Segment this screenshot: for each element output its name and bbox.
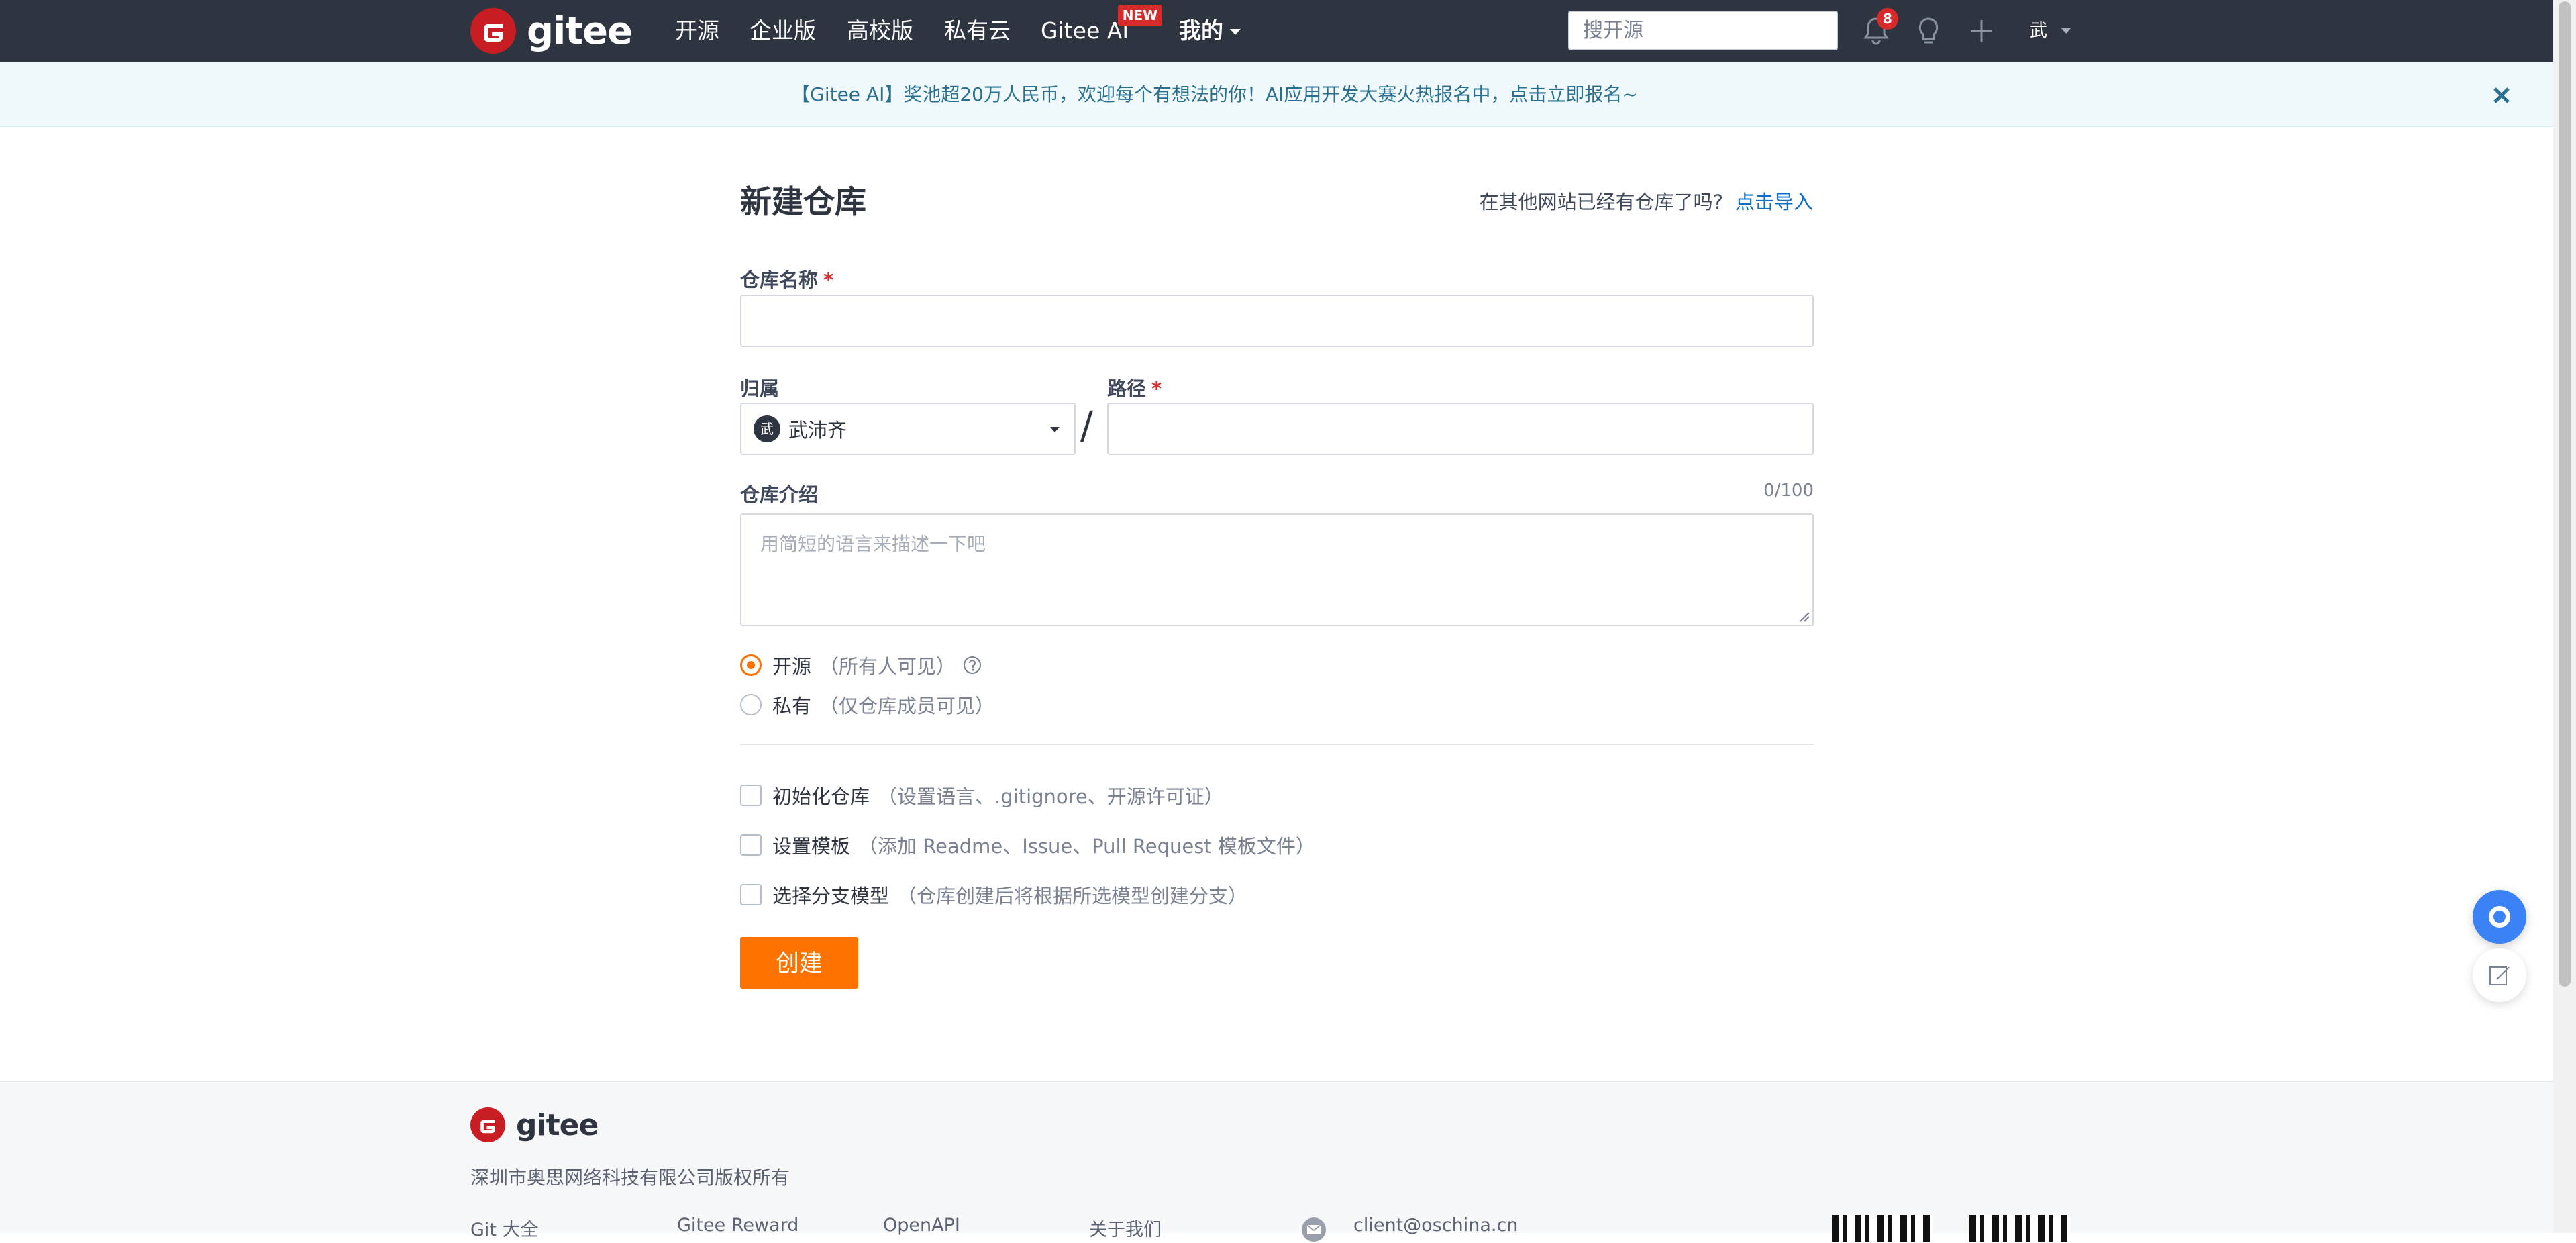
nav-education[interactable]: 高校版 [847,0,913,62]
announcement-banner: 【Gitee AI】奖池超20万人民币，欢迎每个有想法的你！AI应用开发大赛火热… [0,62,2553,127]
owner-select[interactable]: 武 武沛齐 [740,403,1076,455]
feedback-button[interactable] [2473,948,2526,1002]
logo-text: gitee [527,9,633,53]
nav-mine[interactable]: 我的 [1179,0,1241,62]
path-label: 路径 * [1107,373,1162,401]
checkbox[interactable] [740,785,762,806]
branch-model-option[interactable]: 选择分支模型 （仓库创建后将根据所选模型创建分支） [740,881,1247,909]
footer-logo-text: gitee [516,1107,599,1142]
search-input[interactable]: 搜开源 [1568,11,1838,50]
option-label: 初始化仓库 [772,785,870,808]
required-mark: * [823,268,834,291]
footer-link-about[interactable]: 关于我们 [1089,1215,1162,1241]
option-hint: （添加 Readme、Issue、Pull Request 模板文件） [858,835,1315,858]
path-input[interactable] [1107,403,1814,455]
option-hint: （仓库创建后将根据所选模型创建分支） [897,885,1248,907]
radio-button[interactable] [740,694,762,715]
import-link[interactable]: 点击导入 [1735,191,1813,213]
page-title: 新建仓库 [740,184,866,221]
chevron-down-icon [1230,29,1241,35]
owner-name: 武沛齐 [788,419,847,442]
nav-mine-label: 我的 [1179,17,1223,44]
nav-open-source[interactable]: 开源 [675,0,719,62]
option-label: 开源 [772,655,812,678]
create-button[interactable]: 创建 [740,937,858,989]
nav-private-cloud[interactable]: 私有云 [944,0,1011,62]
option-hint: （仅仓库成员可见） [819,695,995,717]
init-repo-option[interactable]: 初始化仓库 （设置语言、.gitignore、开源许可证） [740,781,1224,809]
ai-assistant-button[interactable] [2473,890,2526,944]
divider [740,744,1814,745]
visibility-public-option[interactable]: 开源 （所有人可见） [740,651,982,679]
mail-icon [1302,1217,1326,1242]
option-label: 私有 [772,695,812,717]
import-hint: 在其他网站已经有仓库了吗? 点击导入 [1480,187,1813,215]
owner-label: 归属 [740,377,780,400]
help-icon[interactable] [962,655,982,675]
top-navbar: gitee 开源 企业版 高校版 私有云 Gitee AI NEW 我的 搜开源… [0,0,2576,62]
footer-link-reward[interactable]: Gitee Reward [677,1215,798,1236]
checkbox[interactable] [740,884,762,905]
path-label-text: 路径 [1107,377,1147,400]
path-separator: / [1080,404,1093,448]
create-new-button[interactable] [1963,12,2000,50]
footer-link-git[interactable]: Git 大全 [470,1215,539,1241]
qr-code-image [1969,1215,2070,1242]
lightbulb-button[interactable] [1910,12,1947,50]
nav-gitee-ai[interactable]: Gitee AI [1041,0,1129,62]
announcement-text[interactable]: 【Gitee AI】奖池超20万人民币，欢迎每个有想法的你！AI应用开发大赛火热… [0,62,2429,127]
scrollbar-thumb[interactable] [2559,1,2571,987]
page-scrollbar[interactable] [2553,0,2576,1233]
gitee-logo-icon [470,1107,505,1142]
option-label: 设置模板 [772,835,851,858]
required-mark: * [1151,377,1162,400]
avatar: 武 [754,415,780,442]
resize-handle-icon[interactable] [1799,611,1810,622]
description-placeholder: 用简短的语言来描述一下吧 [760,533,986,555]
visibility-private-option[interactable]: 私有 （仅仓库成员可见） [740,691,994,719]
footer-email[interactable]: client@oschina.cn [1353,1215,1518,1236]
radio-button[interactable] [740,654,762,676]
footer-logo[interactable]: gitee [470,1107,599,1142]
gitee-logo[interactable]: gitee [470,7,633,55]
checkbox[interactable] [740,834,762,856]
nav-enterprise[interactable]: 企业版 [750,0,816,62]
plus-icon [1971,20,1992,42]
avatar: 武 [2021,13,2056,48]
repo-name-input[interactable] [740,295,1814,347]
import-hint-text: 在其他网站已经有仓库了吗? [1479,191,1723,213]
description-char-counter: 0/100 [1763,481,1814,501]
qr-code-image [1832,1215,1933,1242]
repo-name-label-text: 仓库名称 [740,268,819,291]
template-option[interactable]: 设置模板 （添加 Readme、Issue、Pull Request 模板文件） [740,831,1315,859]
copyright-text: 深圳市奥思网络科技有限公司版权所有 [470,1166,790,1189]
new-badge: NEW [1118,5,1162,26]
caret-down-icon [1050,427,1060,432]
option-hint: （设置语言、.gitignore、开源许可证） [878,785,1224,808]
edit-icon [2489,966,2510,985]
repo-name-label: 仓库名称 * [740,264,833,293]
option-hint: （所有人可见） [819,655,956,678]
user-menu[interactable]: 武 [2021,13,2071,48]
close-icon[interactable] [2488,82,2515,109]
description-textarea[interactable]: 用简短的语言来描述一下吧 [740,513,1814,626]
description-label: 仓库介绍 [740,483,819,506]
chat-bubble-icon [2489,906,2510,928]
lightbulb-icon [1918,17,1939,44]
chevron-down-icon [2061,28,2071,34]
gitee-logo-icon [470,8,516,54]
footer [0,1081,2553,1233]
option-label: 选择分支模型 [772,885,890,907]
notification-count-badge: 8 [1877,8,1898,30]
footer-link-openapi[interactable]: OpenAPI [883,1215,960,1236]
